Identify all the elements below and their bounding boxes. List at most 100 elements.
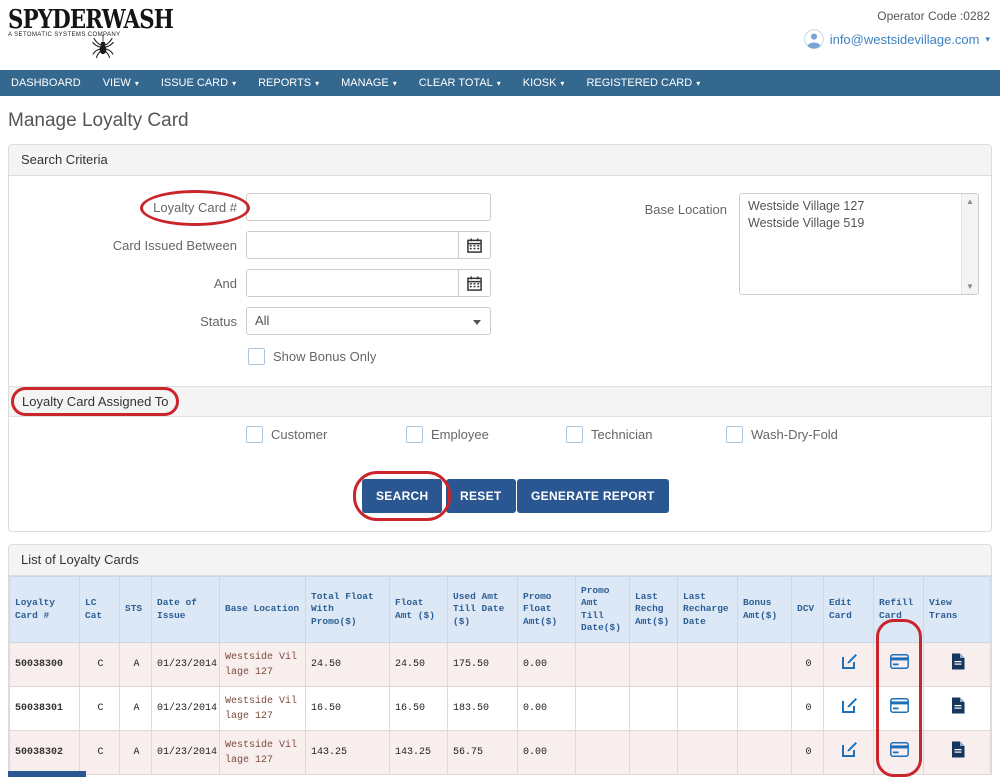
customer-checkbox[interactable] [246, 426, 263, 443]
table-cell: 0 [791, 730, 824, 775]
edit-card-cell [823, 686, 874, 731]
table-cell: 0.00 [517, 642, 576, 687]
header-right: Operator Code :0282 info@westsidevillage… [803, 9, 990, 49]
edit-card-cell [823, 642, 874, 687]
table-cell: Westside Village 127 [219, 642, 306, 687]
table-cell: 0 [791, 686, 824, 731]
reset-button[interactable]: RESET [446, 479, 516, 513]
column-header: Promo Amt Till Date($) [575, 576, 630, 643]
nav-item-issue-card[interactable]: ISSUE CARD ▾ [150, 70, 247, 96]
column-header: Promo Float Amt($) [517, 576, 576, 643]
status-selected-value: All [255, 313, 270, 328]
table-cell: 143.25 [389, 730, 448, 775]
table-cell: 01/23/2014 [151, 642, 220, 687]
table-cell: 56.75 [447, 730, 518, 775]
account-menu[interactable]: info@westsidevillage.com ▾ [803, 29, 990, 49]
column-header: Refill Card [873, 576, 924, 643]
table-cell [629, 686, 678, 731]
table-cell [629, 730, 678, 775]
loyalty-cards-panel: List of Loyalty Cards Loyalty Card # LC C… [8, 544, 992, 775]
nav-item-kiosk[interactable]: KIOSK ▾ [512, 70, 576, 96]
nav-item-dashboard[interactable]: DASHBOARD [0, 70, 92, 96]
issued-until-group [246, 269, 491, 297]
and-label-wrap: And [9, 269, 237, 297]
column-header: Last Rechg Amt($) [629, 576, 678, 643]
nav-item-clear-total[interactable]: CLEAR TOTAL ▾ [408, 70, 512, 96]
and-label: And [213, 275, 237, 291]
table-cell [737, 730, 792, 775]
base-location-option[interactable]: Westside Village 127 [748, 198, 954, 215]
view-trans-icon[interactable] [951, 741, 965, 764]
base-location-listbox[interactable]: Westside Village 127 Westside Village 519… [739, 193, 979, 295]
table-cell: 50038300 [9, 642, 80, 687]
table-cell: Westside Village 127 [219, 730, 306, 775]
scroll-up-icon[interactable]: ▲ [962, 197, 978, 206]
column-header: Base Location [219, 576, 306, 643]
loyalty-cards-heading: List of Loyalty Cards [9, 545, 991, 576]
logo-title: SPYDERWASH [8, 5, 174, 35]
technician-checkbox[interactable] [566, 426, 583, 443]
search-button[interactable]: SEARCH [362, 479, 443, 513]
table-cell [737, 642, 792, 687]
nav-item-manage[interactable]: MANAGE ▾ [330, 70, 408, 96]
spyderwash-logo[interactable]: SPYDERWASH A SETOMATIC SYSTEMS COMPANY [8, 5, 178, 59]
column-header: Last Recharge Date [677, 576, 738, 643]
view-trans-cell [923, 686, 991, 731]
issued-between-calendar-button[interactable] [458, 232, 490, 258]
base-location-option[interactable]: Westside Village 519 [748, 215, 954, 232]
refill-card-cell [873, 642, 924, 687]
employee-checkbox[interactable] [406, 426, 423, 443]
refill-card-icon[interactable] [890, 654, 909, 675]
status-label: Status [200, 313, 237, 329]
refill-card-cell [873, 686, 924, 731]
issued-between-label-wrap: Card Issued Between [9, 231, 237, 259]
column-header: Used Amt Till Date ($) [447, 576, 518, 643]
edit-card-icon[interactable] [841, 653, 858, 676]
assigned-to-title: Loyalty Card Assigned To [22, 394, 169, 409]
edit-card-icon[interactable] [841, 741, 858, 764]
nav-bar: DASHBOARD VIEW ▾ ISSUE CARD ▾ REPORTS ▾ MANAGE ▾… [0, 70, 1000, 96]
search-criteria-panel: Search Criteria Loyalty Card # Card Issu… [8, 144, 992, 532]
spider-icon [92, 35, 114, 59]
table-cell: 24.50 [389, 642, 448, 687]
column-header: Total Float With Promo($) [305, 576, 390, 643]
dropdown-caret-icon: ▾ [134, 79, 139, 88]
issued-until-date-input[interactable] [247, 270, 458, 296]
listbox-scrollbar[interactable]: ▲ ▼ [961, 194, 978, 294]
loyalty-card-number-input[interactable] [246, 193, 491, 221]
nav-item-registered-card[interactable]: REGISTERED CARD ▾ [575, 70, 711, 96]
table-cell: 0 [791, 642, 824, 687]
show-bonus-only-checkbox[interactable] [248, 348, 265, 365]
nav-item-view[interactable]: VIEW ▾ [92, 70, 150, 96]
table-cell: 0.00 [517, 686, 576, 731]
issued-until-calendar-button[interactable] [458, 270, 490, 296]
wash-dry-fold-checkbox[interactable] [726, 426, 743, 443]
column-header: View Trans [923, 576, 991, 643]
view-trans-icon[interactable] [951, 653, 965, 676]
table-cell: Westside Village 127 [219, 686, 306, 731]
customer-label: Customer [271, 427, 328, 442]
edit-card-icon[interactable] [841, 697, 858, 720]
issued-between-date-input[interactable] [247, 232, 458, 258]
generate-report-button[interactable]: GENERATE REPORT [517, 479, 669, 513]
loyalty-card-number-label: Loyalty Card # [153, 199, 237, 215]
column-header: Float Amt ($) [389, 576, 448, 643]
loyalty-card-label-wrap: Loyalty Card # [9, 193, 237, 221]
nav-item-reports[interactable]: REPORTS ▾ [247, 70, 330, 96]
table-row: 50038302 C A 01/23/2014 Westside Village 127… [9, 730, 991, 775]
view-trans-icon[interactable] [951, 697, 965, 720]
table-header-row: Loyalty Card # LC Cat STS Date of Issue Base… [9, 576, 991, 643]
base-location-label-wrap: Base Location [567, 195, 727, 223]
table-cell: 0.00 [517, 730, 576, 775]
dropdown-caret-icon: ▾ [315, 79, 320, 88]
calendar-icon [467, 275, 482, 291]
refill-card-icon[interactable] [890, 698, 909, 719]
employee-label: Employee [431, 427, 489, 442]
status-select[interactable]: All [246, 307, 491, 335]
technician-label: Technician [591, 427, 653, 442]
scroll-down-icon[interactable]: ▼ [962, 282, 978, 291]
table-cell [677, 686, 738, 731]
refill-card-icon[interactable] [890, 742, 909, 763]
table-cell: A [119, 730, 152, 775]
issued-between-group [246, 231, 491, 259]
